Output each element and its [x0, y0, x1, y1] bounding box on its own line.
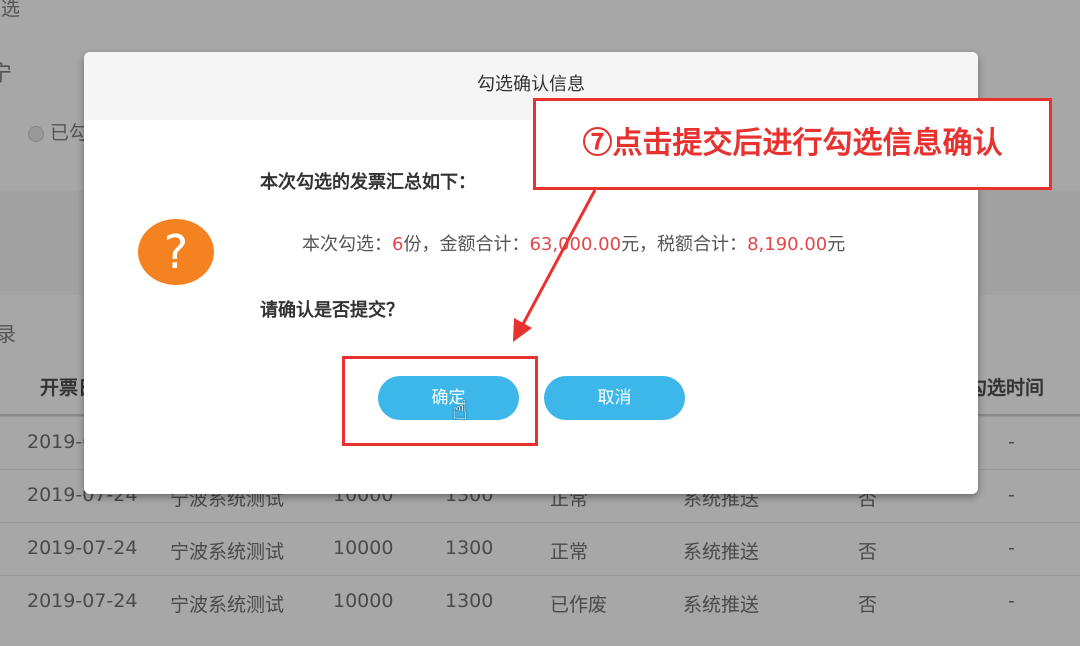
- hand-cursor-icon: ☝: [452, 396, 468, 426]
- annotation-arrow: [513, 189, 597, 342]
